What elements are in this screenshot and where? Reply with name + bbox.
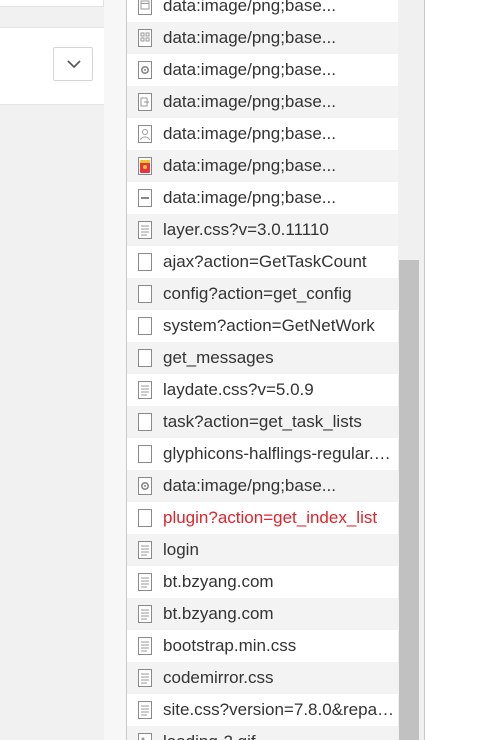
request-name: bootstrap.min.css — [163, 636, 297, 655]
stylesheet-file-icon — [137, 668, 153, 688]
request-row[interactable]: data:image/png;base... — [127, 54, 398, 86]
logout-thumb-icon — [137, 92, 153, 112]
user-thumb-icon — [137, 124, 153, 144]
filter-dropdown-button[interactable] — [53, 47, 93, 81]
request-row[interactable]: bootstrap.min.css — [127, 630, 398, 662]
xhr-file-icon — [137, 348, 153, 368]
document-file-icon — [137, 572, 153, 592]
request-row[interactable]: data:image/png;base... — [127, 22, 398, 54]
request-row[interactable]: loading-2.gif — [127, 726, 398, 740]
stylesheet-file-icon — [137, 380, 153, 400]
xhr-file-icon — [137, 316, 153, 336]
request-name: data:image/png;base... — [163, 60, 336, 79]
request-name: system?action=GetNetWork — [163, 316, 375, 335]
request-name: data:image/png;base... — [163, 0, 336, 15]
grid-thumb-icon — [137, 28, 153, 48]
request-name: get_messages — [163, 348, 274, 367]
request-row[interactable]: data:image/png;base... — [127, 182, 398, 214]
request-row[interactable]: task?action=get_task_lists — [127, 406, 398, 438]
request-name: config?action=get_config — [163, 284, 352, 303]
minus-thumb-icon — [137, 188, 153, 208]
request-row[interactable]: laydate.css?v=5.0.9 — [127, 374, 398, 406]
xhr-file-icon — [137, 284, 153, 304]
right-panel — [425, 0, 491, 740]
gear-thumb-icon — [137, 60, 153, 80]
stylesheet-file-icon — [137, 220, 153, 240]
request-row[interactable]: site.css?version=7.8.0&repair... — [127, 694, 398, 726]
request-row[interactable]: layer.css?v=3.0.11110 — [127, 214, 398, 246]
request-rows: data:image/png;base... data:image/png;bas… — [127, 0, 398, 740]
request-row[interactable]: config?action=get_config — [127, 278, 398, 310]
vertical-scrollbar[interactable] — [398, 0, 424, 740]
request-row[interactable]: glyphicons-halflings-regular.woff2 — [127, 438, 398, 470]
request-row[interactable]: data:image/png;base... — [127, 150, 398, 182]
stylesheet-file-icon — [137, 636, 153, 656]
request-row[interactable]: bt.bzyang.com — [127, 598, 398, 630]
xhr-file-icon — [137, 412, 153, 432]
scrollbar-thumb[interactable] — [399, 260, 419, 740]
request-name: data:image/png;base... — [163, 124, 336, 143]
request-name: bt.bzyang.com — [163, 572, 274, 591]
request-row[interactable]: bt.bzyang.com — [127, 566, 398, 598]
image-file-icon — [137, 732, 153, 740]
xhr-file-icon — [137, 508, 153, 528]
badge-thumb-icon — [137, 156, 153, 176]
filter-toolbar — [0, 27, 104, 105]
request-row[interactable]: plugin?action=get_index_list — [127, 502, 398, 534]
left-top-card — [0, 0, 104, 7]
request-row[interactable]: codemirror.css — [127, 662, 398, 694]
request-name: data:image/png;base... — [163, 92, 336, 111]
request-name: task?action=get_task_lists — [163, 412, 362, 431]
panel-gap — [104, 0, 126, 740]
request-name: ajax?action=GetTaskCount — [163, 252, 367, 271]
request-name: data:image/png;base... — [163, 188, 336, 207]
request-row[interactable]: data:image/png;base... — [127, 0, 398, 22]
request-row[interactable]: data:image/png;base... — [127, 470, 398, 502]
request-name: laydate.css?v=5.0.9 — [163, 380, 314, 399]
chevron-down-icon — [67, 60, 81, 69]
xhr-file-icon — [137, 252, 153, 272]
request-row[interactable]: login — [127, 534, 398, 566]
request-row[interactable]: ajax?action=GetTaskCount — [127, 246, 398, 278]
request-name: loading-2.gif — [163, 732, 258, 740]
request-row[interactable]: data:image/png;base... — [127, 86, 398, 118]
document-file-icon — [137, 604, 153, 624]
request-name: login — [163, 540, 199, 559]
request-row[interactable]: system?action=GetNetWork — [127, 310, 398, 342]
stylesheet-file-icon — [137, 700, 153, 720]
request-name: layer.css?v=3.0.11110 — [163, 220, 329, 239]
left-panel — [0, 0, 104, 740]
request-name: bt.bzyang.com — [163, 604, 274, 623]
request-name: codemirror.css — [163, 668, 274, 687]
request-name: glyphicons-halflings-regular.woff2 — [163, 444, 398, 463]
gear-thumb-icon — [137, 476, 153, 496]
request-name: site.css?version=7.8.0&repair... — [163, 700, 398, 719]
font-file-icon — [137, 444, 153, 464]
network-request-list: data:image/png;base... data:image/png;bas… — [126, 0, 425, 740]
document-file-icon — [137, 540, 153, 560]
calendar-thumb-icon — [137, 0, 153, 16]
request-name: data:image/png;base... — [163, 28, 336, 47]
request-name: data:image/png;base... — [163, 476, 336, 495]
request-name: plugin?action=get_index_list — [163, 508, 378, 527]
request-row[interactable]: data:image/png;base... — [127, 118, 398, 150]
request-row[interactable]: get_messages — [127, 342, 398, 374]
request-name: data:image/png;base... — [163, 156, 336, 175]
